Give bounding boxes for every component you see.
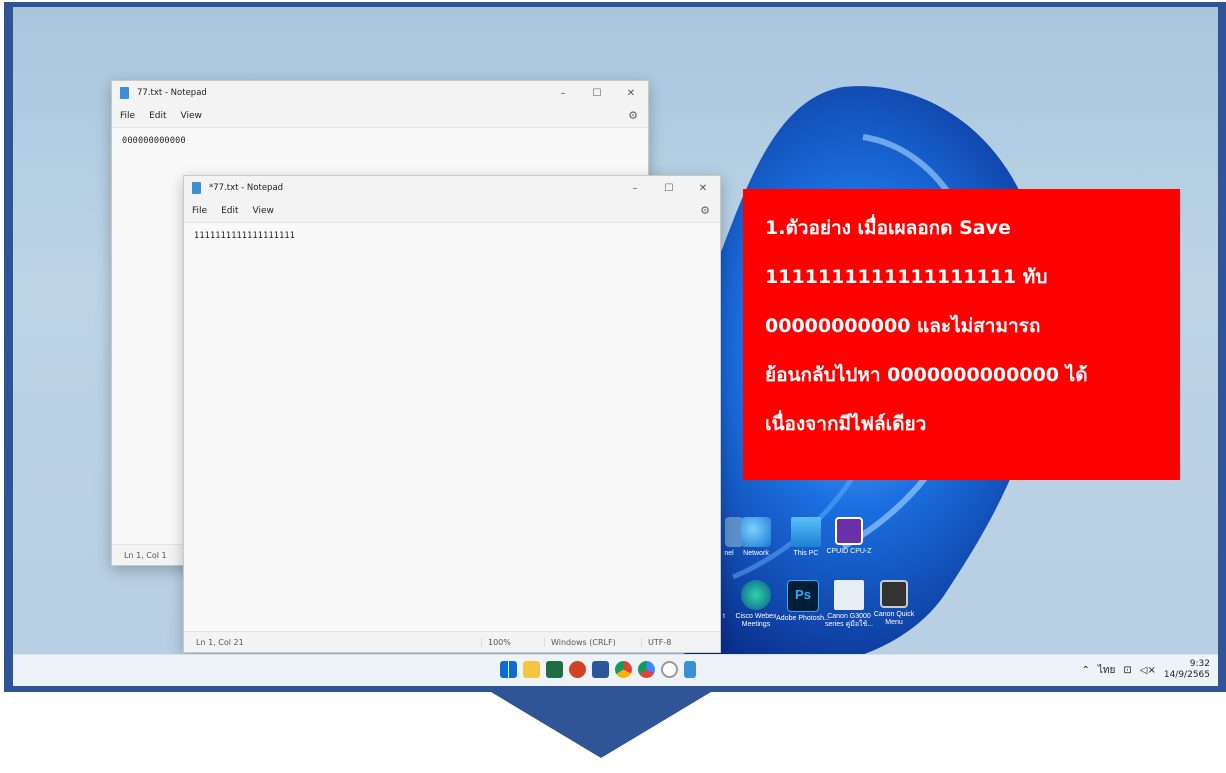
menu-bar: File Edit View ⚙	[184, 200, 720, 223]
windows-start-icon[interactable]	[500, 661, 517, 678]
date: 14/9/2565	[1163, 670, 1210, 680]
status-bar: Ln 1, Col 21 100% Windows (CRLF) UTF-8	[184, 631, 720, 652]
chrome-beta-icon[interactable]	[638, 661, 655, 678]
menu-view[interactable]: View	[181, 111, 202, 121]
callout-line: 1.ตัวอย่าง เมื่อเผลอกด Save	[765, 217, 1011, 239]
down-arrow	[491, 692, 711, 758]
time: 9:32	[1189, 659, 1210, 669]
clock[interactable]: 9:32 14/9/2565	[1164, 659, 1210, 681]
encoding: UTF-8	[641, 637, 671, 647]
webex-icon	[741, 580, 771, 610]
cpu-z-icon	[835, 517, 863, 545]
menu-edit[interactable]: Edit	[149, 111, 166, 121]
notepad-icon	[120, 87, 129, 99]
language-indicator[interactable]: ไทย	[1098, 663, 1115, 678]
notepad-icon[interactable]	[684, 661, 696, 678]
cursor-position: Ln 1, Col 21	[196, 637, 244, 647]
network-icon	[741, 517, 771, 547]
network-tray-icon[interactable]: ⊡	[1123, 665, 1131, 676]
photoshop-icon: Ps	[787, 580, 819, 612]
notepad-window-front[interactable]: *77.txt - Notepad – ☐ ✕ File Edit View ⚙…	[183, 175, 721, 653]
cursor-position: Ln 1, Col 1	[124, 550, 167, 560]
callout-line: 00000000000 และไม่สามารถ	[765, 315, 1041, 337]
menu-bar: File Edit View ⚙	[112, 105, 648, 128]
minimize-button[interactable]: –	[546, 88, 580, 99]
menu-file[interactable]: File	[120, 111, 135, 121]
canon-manual-icon	[834, 580, 864, 610]
text-editor[interactable]: 000000000000	[112, 128, 648, 154]
annotation-callout: 1.ตัวอย่าง เมื่อเผลอกด Save 111111111111…	[743, 189, 1180, 480]
title-bar[interactable]: *77.txt - Notepad – ☐ ✕	[184, 176, 720, 200]
window-title: 77.txt - Notepad	[137, 88, 207, 98]
window-title: *77.txt - Notepad	[209, 183, 284, 193]
taskbar: ⌃ ไทย ⊡ ◁× 9:32 14/9/2565	[13, 654, 1218, 686]
title-bar[interactable]: 77.txt - Notepad – ☐ ✕	[112, 81, 648, 105]
taskbar-apps	[500, 661, 696, 678]
callout-line: 1111111111111111111 ทับ	[765, 266, 1048, 288]
chrome-icon[interactable]	[615, 661, 632, 678]
powerpoint-icon[interactable]	[569, 661, 586, 678]
settings-gear-icon[interactable]: ⚙	[628, 109, 638, 122]
desktop-icon-network[interactable]: Network	[728, 517, 784, 558]
callout-line: เนื่องจากมีไฟล์เดียว	[765, 413, 927, 435]
settings-gear-icon[interactable]: ⚙	[700, 204, 710, 217]
system-tray: ⌃ ไทย ⊡ ◁× 9:32 14/9/2565	[1082, 659, 1211, 681]
maximize-button[interactable]: ☐	[580, 88, 614, 99]
zoom-level: 100%	[481, 637, 544, 647]
text-editor[interactable]: 1111111111111111111	[184, 223, 720, 249]
notepad-icon	[192, 182, 201, 194]
chevron-up-icon[interactable]: ⌃	[1082, 665, 1090, 676]
this-pc-icon	[791, 517, 821, 547]
close-button[interactable]: ✕	[614, 88, 648, 99]
minimize-button[interactable]: –	[618, 183, 652, 194]
desktop-icon-canon-quick-menu[interactable]: Canon Quick Menu	[866, 580, 922, 627]
maximize-button[interactable]: ☐	[652, 183, 686, 194]
word-icon[interactable]	[592, 661, 609, 678]
callout-line: ย้อนกลับไปหา 0000000000000 ได้	[765, 364, 1088, 386]
menu-view[interactable]: View	[253, 206, 274, 216]
close-button[interactable]: ✕	[686, 183, 720, 194]
line-ending: Windows (CRLF)	[544, 637, 641, 647]
clock-app-icon[interactable]	[661, 661, 678, 678]
desktop-icon-cpu-z[interactable]: CPUID CPU-Z	[821, 517, 877, 556]
canon-quick-menu-icon	[880, 580, 908, 608]
file-explorer-icon[interactable]	[523, 661, 540, 678]
volume-icon[interactable]: ◁×	[1140, 665, 1156, 676]
menu-file[interactable]: File	[192, 206, 207, 216]
menu-edit[interactable]: Edit	[221, 206, 238, 216]
excel-icon[interactable]	[546, 661, 563, 678]
